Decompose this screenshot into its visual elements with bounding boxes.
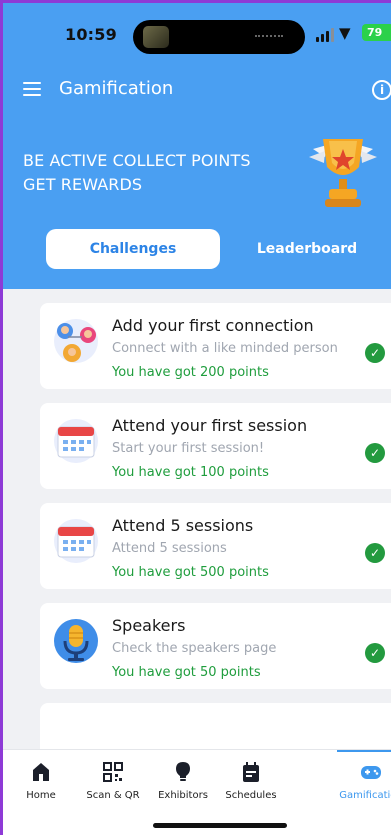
wifi-icon: ▼ [339, 24, 351, 42]
nav-item-gamification[interactable]: Gamification [333, 750, 391, 810]
nav-item-home[interactable]: Home [3, 750, 79, 810]
nav-label: Schedules [225, 790, 277, 801]
calendar-icon [54, 519, 98, 563]
banner-line-2: GET REWARDS [23, 175, 143, 194]
challenge-subtitle: Check the speakers page [112, 641, 277, 656]
challenge-list: Add your first connection Connect with a… [3, 289, 391, 749]
page-title: Gamification [59, 78, 174, 99]
nav-item-scan-qr[interactable]: Scan & QR [75, 750, 151, 810]
calendar-icon [54, 419, 98, 463]
app-frame: 10:59 ▼ 79 Gamification i BE ACTIVE COLL… [0, 0, 391, 835]
app-bar: Gamification i [3, 69, 391, 113]
challenge-points: You have got 50 points [112, 665, 261, 680]
dynamic-island [133, 20, 305, 54]
check-icon: ✓ [365, 643, 385, 663]
check-icon: ✓ [365, 543, 385, 563]
challenge-title: Add your first connection [112, 316, 314, 335]
microphone-icon [54, 619, 98, 663]
menu-icon[interactable] [23, 82, 41, 96]
now-playing-thumbnail [143, 26, 169, 48]
challenge-card[interactable]: Add your first connection Connect with a… [40, 303, 391, 389]
status-bar: 10:59 ▼ 79 [3, 3, 391, 65]
battery-indicator: 79 [362, 24, 391, 41]
gamepad-icon [361, 766, 381, 779]
lightbulb-icon [176, 762, 190, 781]
nav-label: Gamification [339, 790, 391, 801]
challenge-card[interactable]: Speakers Check the speakers page You hav… [40, 603, 391, 689]
challenge-title: Speakers [112, 616, 186, 635]
trophy-icon [309, 139, 377, 207]
audio-wave-icon [255, 35, 283, 39]
status-time: 10:59 [65, 25, 117, 44]
challenge-title: Attend your first session [112, 416, 308, 435]
nav-label: Exhibitors [158, 790, 208, 801]
tab-challenges[interactable]: Challenges [46, 229, 220, 269]
rewards-banner: BE ACTIVE COLLECT POINTS GET REWARDS [23, 149, 303, 197]
nav-item-schedules[interactable]: Schedules [213, 750, 289, 810]
challenge-subtitle: Start your first session! [112, 441, 265, 456]
challenge-points: You have got 200 points [112, 365, 269, 380]
challenge-title: Attend 5 sessions [112, 516, 254, 535]
challenge-points: You have got 500 points [112, 565, 269, 580]
home-icon [33, 763, 49, 781]
challenge-card[interactable]: Attend your first session Start your fir… [40, 403, 391, 489]
info-icon[interactable]: i [372, 80, 391, 100]
nav-label: Home [26, 790, 56, 801]
signal-icon [316, 28, 336, 42]
home-indicator [153, 823, 287, 828]
challenge-tabs: Challenges Leaderboard [46, 229, 391, 269]
challenge-subtitle: Attend 5 sessions [112, 541, 227, 556]
challenge-card[interactable] [40, 703, 391, 749]
nav-item-exhibitors[interactable]: Exhibitors [145, 750, 221, 810]
nav-label: Scan & QR [86, 790, 140, 801]
challenge-points: You have got 100 points [112, 465, 269, 480]
challenge-subtitle: Connect with a like minded person [112, 341, 338, 356]
people-icon [54, 319, 98, 363]
schedule-icon [243, 762, 259, 782]
qr-code-icon [103, 762, 123, 782]
banner-line-1: BE ACTIVE COLLECT POINTS [23, 151, 251, 170]
check-icon: ✓ [365, 443, 385, 463]
tab-leaderboard[interactable]: Leaderboard [220, 229, 391, 269]
challenge-card[interactable]: Attend 5 sessions Attend 5 sessions You … [40, 503, 391, 589]
check-icon: ✓ [365, 343, 385, 363]
